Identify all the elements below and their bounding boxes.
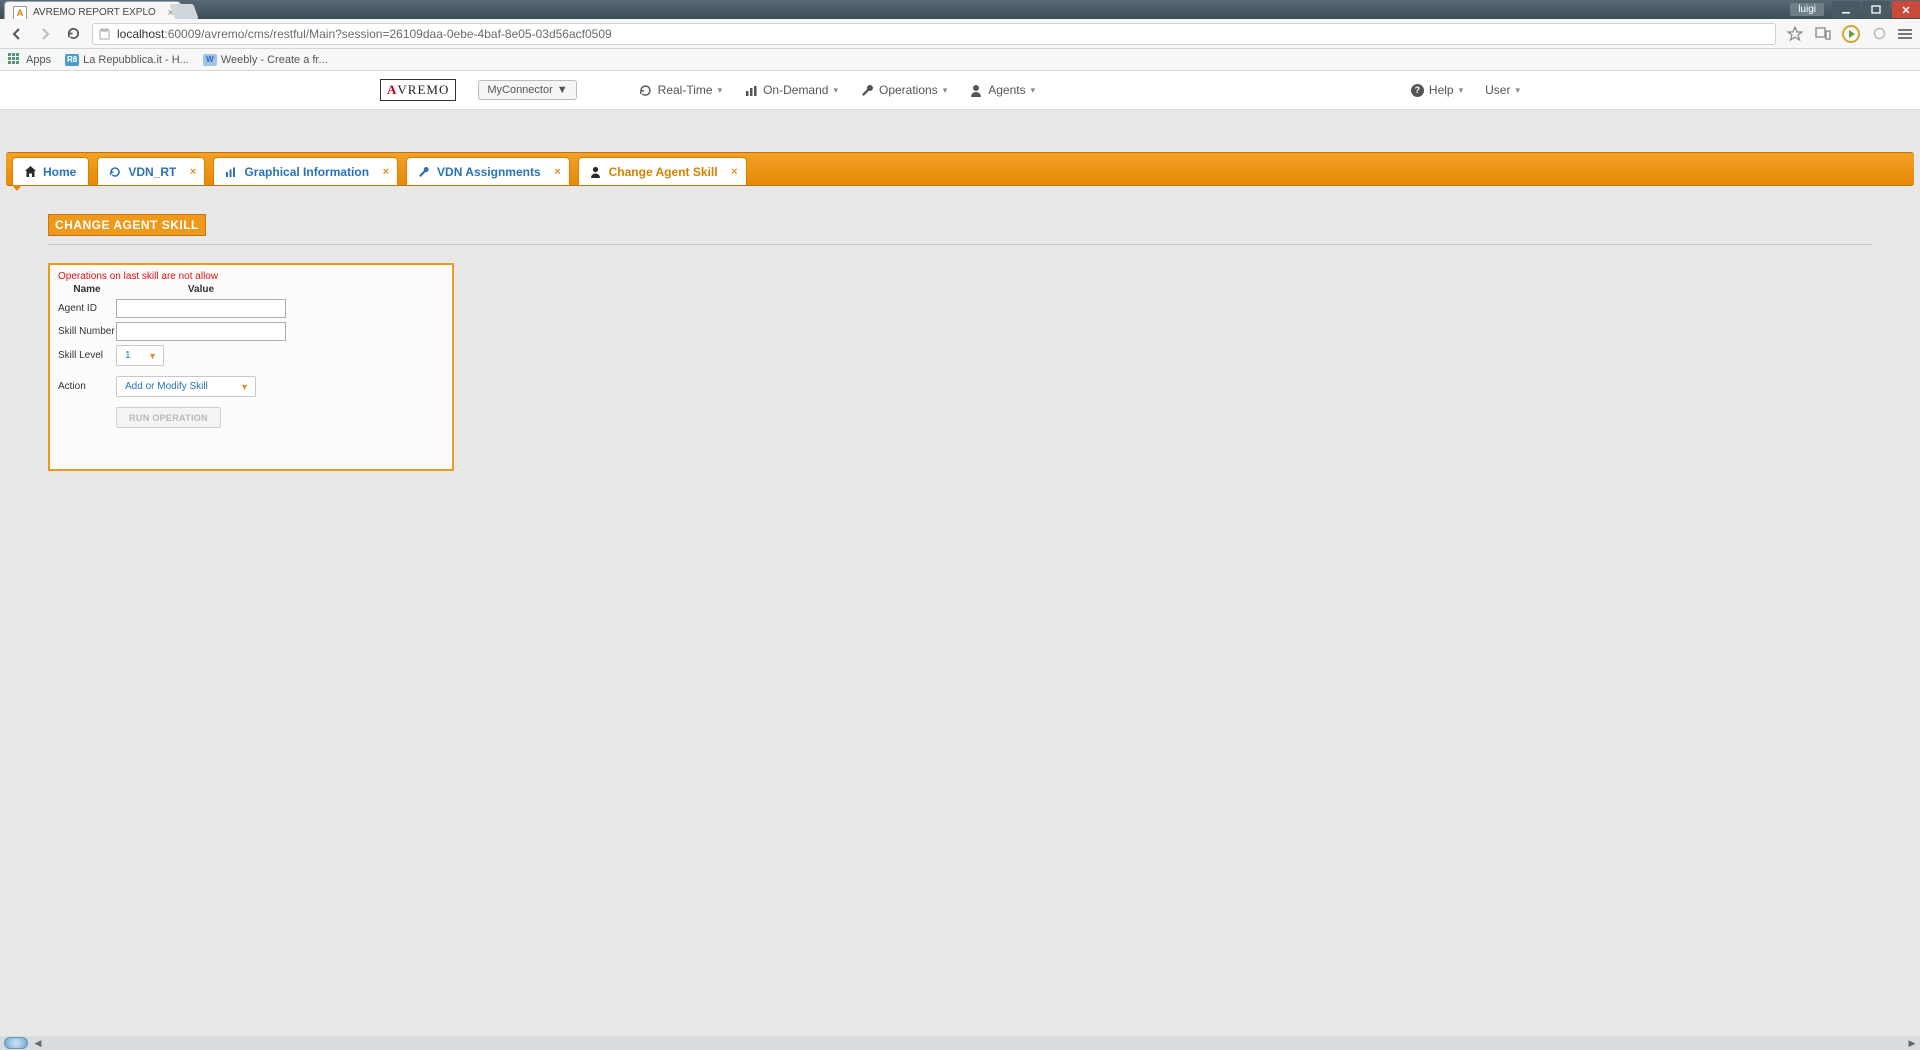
home-icon	[23, 165, 37, 179]
change-skill-form: Operations on last skill are not allow N…	[48, 263, 454, 471]
caret-down-icon: ▼	[148, 351, 157, 361]
chrome-menu-icon[interactable]	[1898, 29, 1912, 39]
tab-vdn-rt[interactable]: VDN_RT ×	[97, 157, 205, 185]
star-icon[interactable]	[1786, 26, 1804, 42]
window-close-button[interactable]	[1892, 1, 1920, 18]
wrench-icon	[417, 165, 431, 179]
menu-agents-label: Agents	[988, 83, 1025, 97]
tab-close-icon[interactable]: ×	[554, 166, 560, 178]
reload-button[interactable]	[64, 25, 82, 43]
bookmark-rep-label: La Repubblica.it - H...	[83, 54, 189, 66]
url-port: :60009	[164, 27, 201, 41]
tab-home-label: Home	[43, 165, 76, 179]
section-divider	[48, 244, 1872, 245]
wrench-icon	[860, 83, 874, 97]
chart-icon	[224, 165, 238, 179]
action-value: Add or Modify Skill	[125, 381, 208, 392]
menu-operations[interactable]: Operations▾	[860, 83, 947, 97]
start-orb-icon[interactable]	[4, 1037, 28, 1049]
bookmarks-bar: Apps R8 La Repubblica.it - H... W Weebly…	[0, 49, 1920, 71]
skill-number-input[interactable]	[116, 322, 286, 341]
help-icon: ?	[1411, 84, 1424, 97]
tab-graph-label: Graphical Information	[244, 165, 369, 179]
skill-level-value: 1	[125, 350, 131, 361]
bottom-scrollbar[interactable]: ◀ ▶	[0, 1036, 1920, 1050]
connector-value: MyConnector	[487, 84, 552, 96]
os-user-pill: luigi	[1790, 3, 1824, 16]
tab-close-icon[interactable]: ×	[383, 166, 389, 178]
chart-icon	[744, 83, 758, 97]
menu-agents[interactable]: Agents▾	[969, 83, 1035, 97]
action-label: Action	[58, 381, 116, 392]
agent-id-label: Agent ID	[58, 303, 116, 314]
menu-ondemand-label: On-Demand	[763, 83, 828, 97]
browser-toolbar: localhost:60009/avremo/cms/restful/Main?…	[0, 19, 1920, 49]
repubblica-icon: R8	[65, 54, 79, 66]
scroll-left-icon[interactable]: ◀	[32, 1037, 44, 1049]
menu-operations-label: Operations	[879, 83, 938, 97]
form-warning: Operations on last skill are not allow	[58, 271, 444, 282]
bookmark-repubblica[interactable]: R8 La Repubblica.it - H...	[65, 54, 189, 66]
tab-vdn-assignments[interactable]: VDN Assignments ×	[406, 157, 570, 185]
weebly-icon: W	[203, 54, 217, 66]
address-bar[interactable]: localhost:60009/avremo/cms/restful/Main?…	[92, 23, 1776, 45]
refresh-icon	[108, 165, 122, 179]
refresh-icon	[639, 83, 653, 97]
action-select[interactable]: Add or Modify Skill ▼	[116, 376, 256, 397]
tab-vdn-rt-label: VDN_RT	[128, 165, 176, 179]
tab-close-icon[interactable]: ×	[731, 166, 737, 178]
favicon-icon: A	[13, 6, 27, 20]
url-host: localhost	[117, 27, 164, 41]
app-navbar: AVREMO MyConnector ▼ Real-Time▾ On-Demand…	[0, 71, 1920, 110]
caret-down-icon: ▼	[557, 84, 568, 96]
person-icon	[589, 165, 603, 179]
tab-graphical-info[interactable]: Graphical Information ×	[213, 157, 398, 185]
scroll-right-icon[interactable]: ▶	[1906, 1037, 1918, 1049]
tab-home[interactable]: Home	[12, 157, 89, 185]
play-extension-icon[interactable]	[1842, 25, 1860, 43]
menu-user-label: User	[1485, 83, 1510, 97]
col-header-name: Name	[58, 284, 116, 295]
menu-help[interactable]: ?Help▾	[1411, 83, 1463, 97]
forward-button[interactable]	[36, 25, 54, 43]
page-tabs: Home VDN_RT × Graphical Information × VD…	[6, 152, 1914, 186]
connector-select[interactable]: MyConnector ▼	[478, 80, 576, 100]
tab-close-icon[interactable]: ×	[190, 166, 196, 178]
url-path: /avremo/cms/restful/Main?session=26109da…	[201, 27, 612, 41]
tab-change-agent-skill[interactable]: Change Agent Skill ×	[578, 157, 747, 185]
app-logo: AVREMO	[380, 79, 456, 101]
apps-bookmark[interactable]: Apps	[8, 53, 51, 67]
person-icon	[969, 83, 983, 97]
device-icon[interactable]	[1814, 26, 1832, 42]
bookmark-weebly-label: Weebly - Create a fr...	[221, 54, 328, 66]
apps-grid-icon	[8, 53, 22, 67]
col-header-value: Value	[116, 284, 286, 295]
skill-number-label: Skill Number	[58, 326, 116, 337]
menu-realtime[interactable]: Real-Time▾	[639, 83, 722, 97]
agent-id-input[interactable]	[116, 299, 286, 318]
tab-vdn-assign-label: VDN Assignments	[437, 165, 541, 179]
bookmark-weebly[interactable]: W Weebly - Create a fr...	[203, 54, 328, 66]
os-titlebar: luigi	[0, 0, 1920, 19]
circle-ext-icon[interactable]	[1870, 26, 1888, 42]
section-title: CHANGE AGENT SKILL	[48, 214, 206, 236]
apps-label: Apps	[26, 54, 51, 66]
browser-tab-title: AVREMO REPORT EXPLO	[33, 7, 156, 18]
caret-down-icon: ▼	[240, 382, 249, 392]
skill-level-label: Skill Level	[58, 350, 116, 361]
tab-change-skill-label: Change Agent Skill	[609, 165, 718, 179]
menu-help-label: Help	[1429, 83, 1454, 97]
new-tab-button[interactable]	[169, 4, 198, 19]
menu-ondemand[interactable]: On-Demand▾	[744, 83, 838, 97]
skill-level-select[interactable]: 1 ▼	[116, 345, 164, 366]
run-operation-button[interactable]: RUN OPERATION	[116, 407, 221, 428]
menu-user[interactable]: User▾	[1485, 83, 1520, 97]
back-button[interactable]	[8, 25, 26, 43]
menu-realtime-label: Real-Time	[658, 83, 713, 97]
window-maximize-button[interactable]	[1862, 1, 1890, 18]
window-minimize-button[interactable]	[1832, 1, 1860, 18]
